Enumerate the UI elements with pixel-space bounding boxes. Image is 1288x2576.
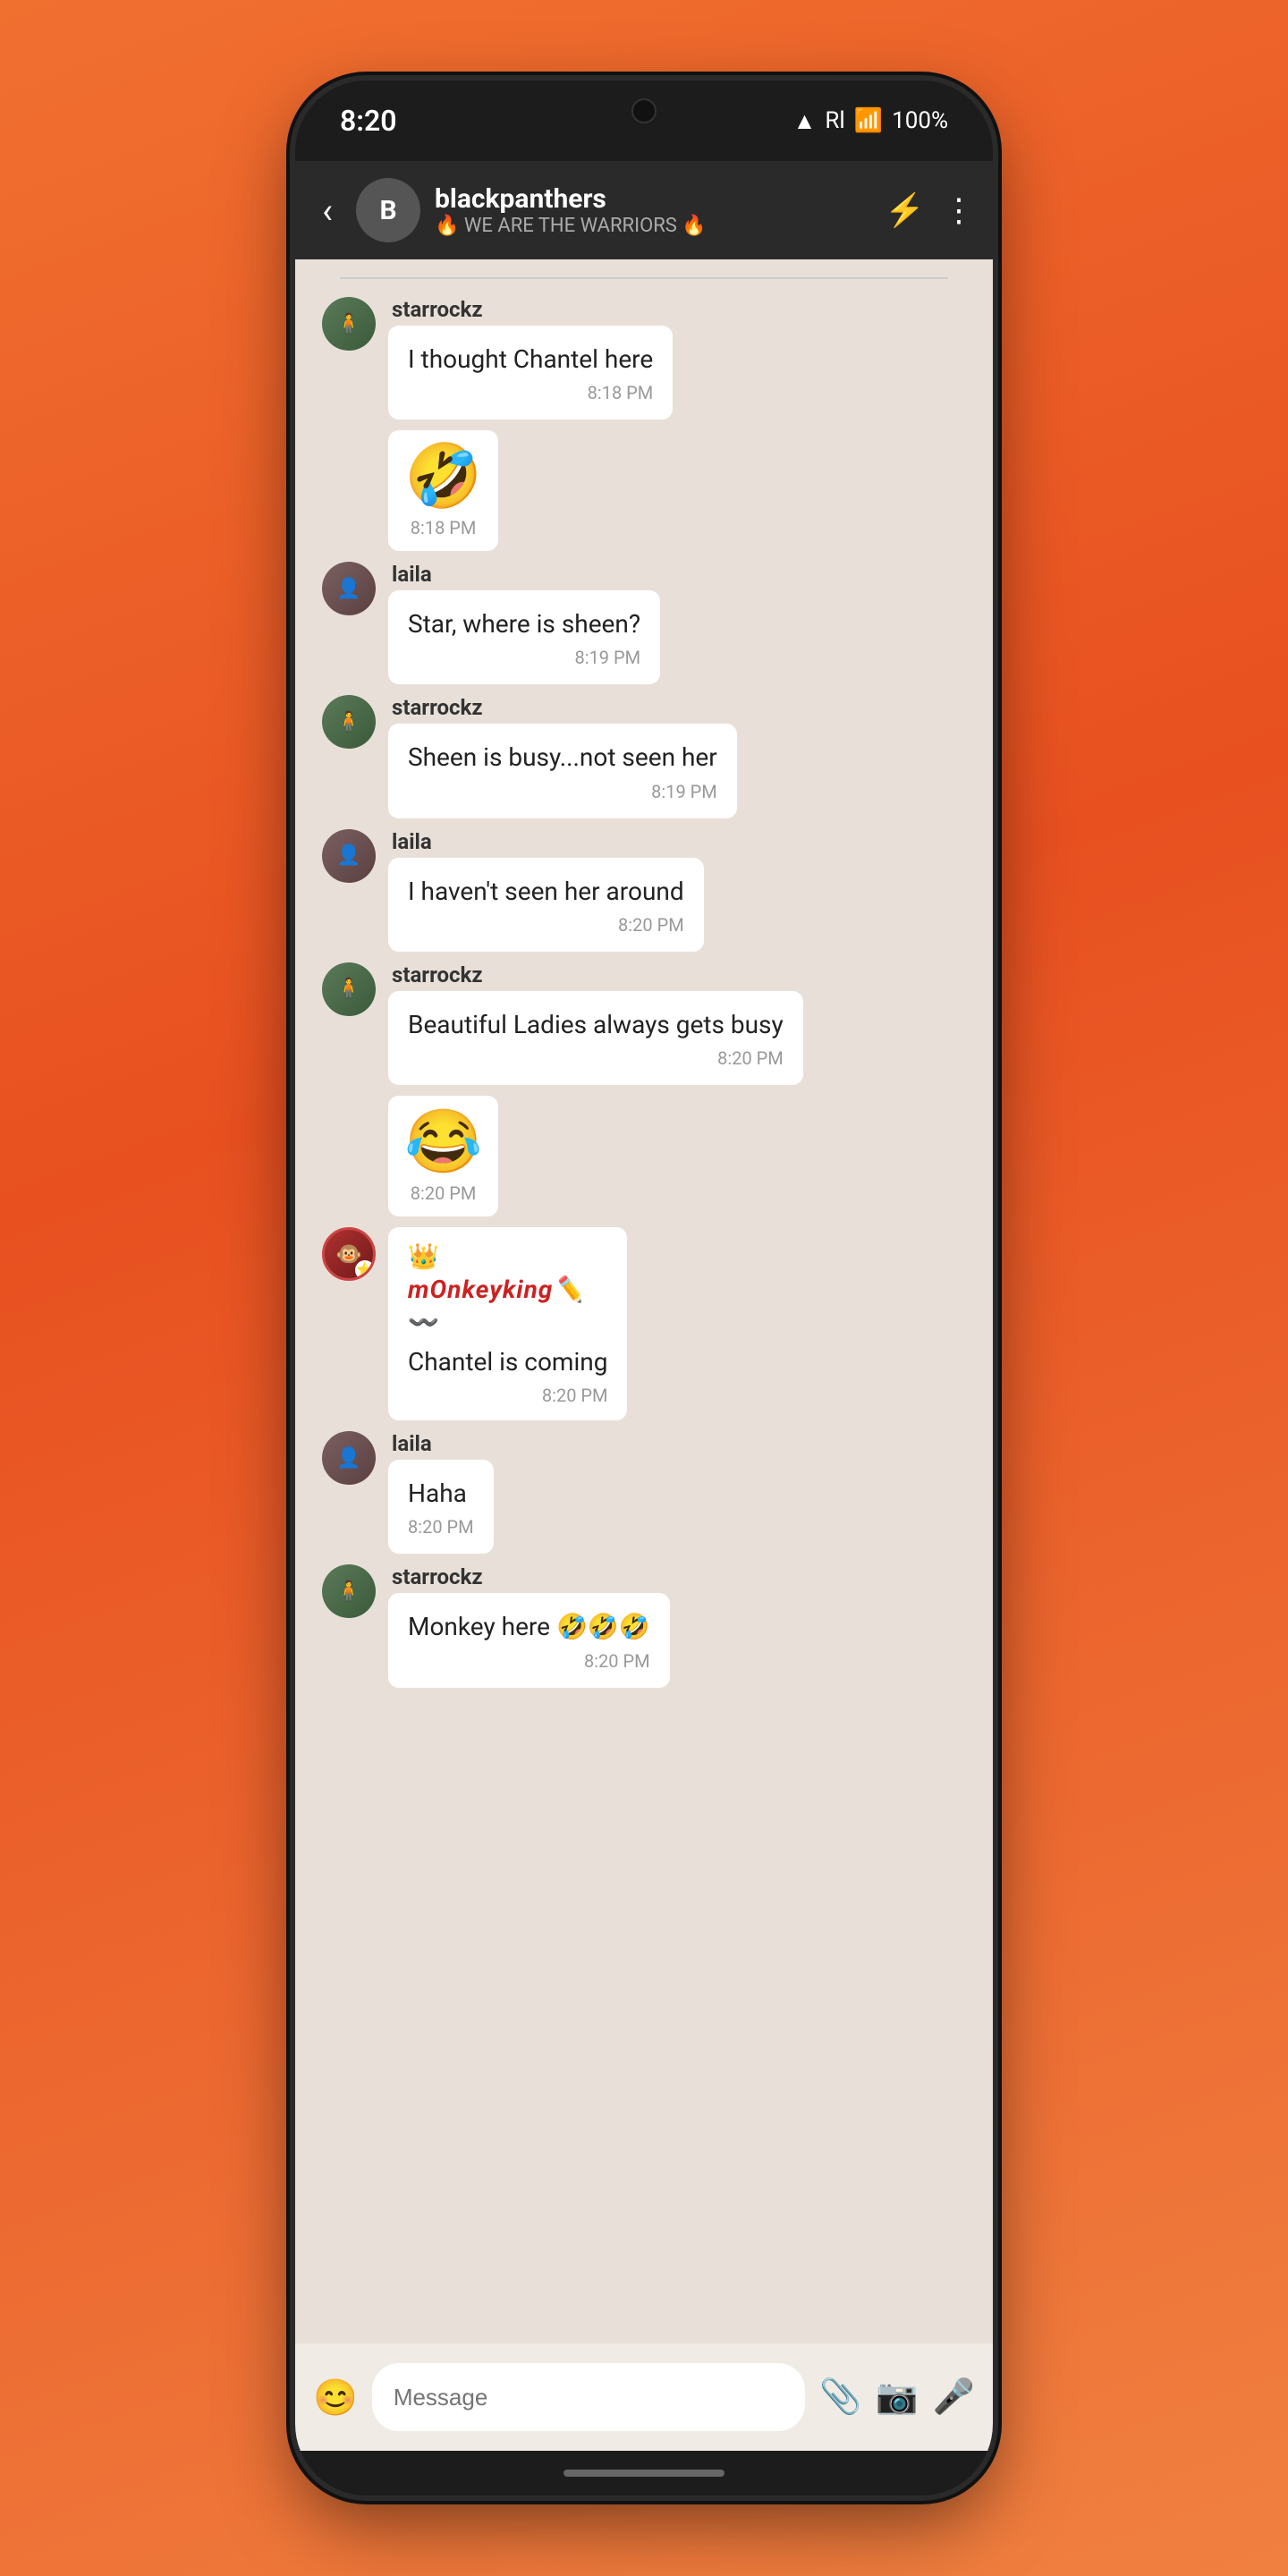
status-icons: ▲ Rl 📶 100%: [793, 107, 948, 135]
battery-indicator: 100%: [892, 107, 948, 134]
message-bubble: Haha 8:20 PM: [388, 1460, 494, 1554]
message-row: 🧍 starrockz Beautiful Ladies always gets…: [322, 962, 966, 1085]
message-text: Beautiful Ladies always gets busy: [408, 1007, 784, 1042]
message-row: 👤 laila I haven't seen her around 8:20 P…: [322, 829, 966, 952]
back-button[interactable]: ‹: [313, 181, 342, 241]
status-bar: 8:20 ▲ Rl 📶 100%: [295, 80, 993, 161]
message-time: 8:19 PM: [408, 647, 640, 668]
message-time: 8:20 PM: [408, 1047, 784, 1069]
message-text: Haha: [408, 1476, 474, 1511]
avatar: 🧍: [322, 962, 376, 1016]
phone-frame: 8:20 ▲ Rl 📶 100% ‹ B blackpanthers 🔥 WE …: [295, 80, 993, 2496]
message-row: 👤 laila Haha 8:20 PM: [322, 1431, 966, 1554]
message-row: 🧍 starrockz I thought Chantel here 8:18 …: [322, 297, 966, 419]
avatar: 🐵: [322, 1227, 376, 1281]
message-bubble: Monkey here 🤣🤣🤣 8:20 PM: [388, 1593, 670, 1687]
message-row: 👤 laila Star, where is sheen? 8:19 PM: [322, 562, 966, 684]
message-time: 8:20 PM: [408, 1385, 607, 1406]
message-row: 🧍 starrockz Monkey here 🤣🤣🤣 8:20 PM: [322, 1564, 966, 1687]
bubble-wrapper: starrockz I thought Chantel here 8:18 PM: [388, 297, 673, 419]
avatar: 🧍: [322, 297, 376, 351]
sender-name: laila: [388, 1431, 494, 1456]
monkey-username: mOnkeyking✏️: [408, 1275, 607, 1304]
message-time: 8:20 PM: [411, 1182, 477, 1204]
message-input[interactable]: [372, 2363, 805, 2431]
bubble-wrapper: starrockz Beautiful Ladies always gets b…: [388, 962, 803, 1085]
more-options-button[interactable]: ⋮: [943, 191, 975, 229]
group-avatar: B: [356, 178, 420, 242]
home-bar: [564, 2470, 724, 2477]
message-text: Monkey here 🤣🤣🤣: [408, 1609, 650, 1644]
avatar: 👤: [322, 562, 376, 615]
sender-name: starrockz: [388, 297, 673, 322]
camera-dot: [631, 98, 657, 123]
message-bubble: Star, where is sheen? 8:19 PM: [388, 590, 660, 684]
wifi-icon: ▲: [793, 107, 817, 135]
bubble-wrapper: laila Star, where is sheen? 8:19 PM: [388, 562, 660, 684]
sender-name: starrockz: [388, 962, 803, 987]
message-bubble: Sheen is busy...not seen her 8:19 PM: [388, 724, 737, 818]
message-row: 🤣 8:18 PM: [322, 430, 966, 551]
emoji-bubble: 😂 8:20 PM: [388, 1096, 498, 1216]
nav-bar: ‹ B blackpanthers 🔥 WE ARE THE WARRIORS …: [295, 161, 993, 259]
message-text: Chantel is coming: [408, 1344, 607, 1379]
message-text: Sheen is busy...not seen her: [408, 740, 717, 775]
flash-button[interactable]: ⚡: [885, 191, 925, 229]
message-time: 8:18 PM: [408, 382, 653, 403]
sender-name: laila: [388, 829, 704, 854]
emoji-bubble: 🤣 8:18 PM: [388, 430, 498, 551]
message-row: 🧍 starrockz Sheen is busy...not seen her…: [322, 695, 966, 818]
message-time: 8:20 PM: [408, 1650, 650, 1672]
attach-button[interactable]: 📎: [819, 2377, 861, 2417]
emoji-button[interactable]: 😊: [313, 2377, 358, 2419]
signal-icon: Rl: [825, 107, 844, 134]
message-time: 8:20 PM: [408, 914, 684, 936]
nav-info: blackpanthers 🔥 WE ARE THE WARRIORS 🔥: [435, 183, 870, 237]
subtitle-text: 🔥 WE ARE THE WARRIORS 🔥: [435, 215, 707, 237]
message-text: Star, where is sheen?: [408, 606, 640, 641]
input-bar: 😊 📎 📷 🎤: [295, 2343, 993, 2451]
signal-bars-icon: 📶: [854, 107, 883, 134]
avatar: 🧍: [322, 695, 376, 749]
status-time: 8:20: [340, 104, 397, 138]
bubble-wrapper: laila I haven't seen her around 8:20 PM: [388, 829, 704, 952]
sender-name: starrockz: [388, 1564, 670, 1589]
avatar: 👤: [322, 1431, 376, 1485]
monkey-swirl: 〰️: [408, 1308, 607, 1337]
crown-icon: 👑: [408, 1241, 607, 1271]
emoji-content: 🤣: [404, 443, 482, 512]
message-text: I thought Chantel here: [408, 342, 653, 377]
message-text: I haven't seen her around: [408, 874, 684, 909]
message-time: 8:19 PM: [408, 781, 717, 802]
avatar: 🧍: [322, 1564, 376, 1618]
sender-name: starrockz: [388, 695, 737, 720]
monkey-message-bubble: 👑 mOnkeyking✏️ 〰️ Chantel is coming 8:20…: [388, 1227, 627, 1420]
camera-button[interactable]: 📷: [876, 2377, 918, 2417]
home-indicator: [295, 2451, 993, 2496]
group-subtitle: 🔥 WE ARE THE WARRIORS 🔥: [435, 215, 870, 237]
bubble-wrapper: starrockz Sheen is busy...not seen her 8…: [388, 695, 737, 818]
message-time: 8:18 PM: [411, 517, 477, 538]
chat-area: 🧍 starrockz I thought Chantel here 8:18 …: [295, 259, 993, 2343]
mic-button[interactable]: 🎤: [933, 2377, 975, 2417]
bubble-wrapper: 👑 mOnkeyking✏️ 〰️ Chantel is coming 8:20…: [388, 1227, 627, 1420]
message-row: 🐵 👑 mOnkeyking✏️ 〰️ Chantel is coming 8:…: [322, 1227, 966, 1420]
message-bubble: Beautiful Ladies always gets busy 8:20 P…: [388, 991, 803, 1085]
emoji-content: 😂: [404, 1108, 482, 1177]
bubble-wrapper: starrockz Monkey here 🤣🤣🤣 8:20 PM: [388, 1564, 670, 1687]
message-bubble: I thought Chantel here 8:18 PM: [388, 326, 673, 419]
sender-name: laila: [388, 562, 660, 587]
message-row: 😂 8:20 PM: [322, 1096, 966, 1216]
bubble-wrapper: laila Haha 8:20 PM: [388, 1431, 494, 1554]
nav-actions: ⚡ ⋮: [885, 191, 975, 229]
group-name: blackpanthers: [435, 183, 870, 215]
avatar: 👤: [322, 829, 376, 883]
top-divider: [340, 277, 948, 279]
message-bubble: I haven't seen her around 8:20 PM: [388, 858, 704, 952]
message-time: 8:20 PM: [408, 1516, 474, 1538]
